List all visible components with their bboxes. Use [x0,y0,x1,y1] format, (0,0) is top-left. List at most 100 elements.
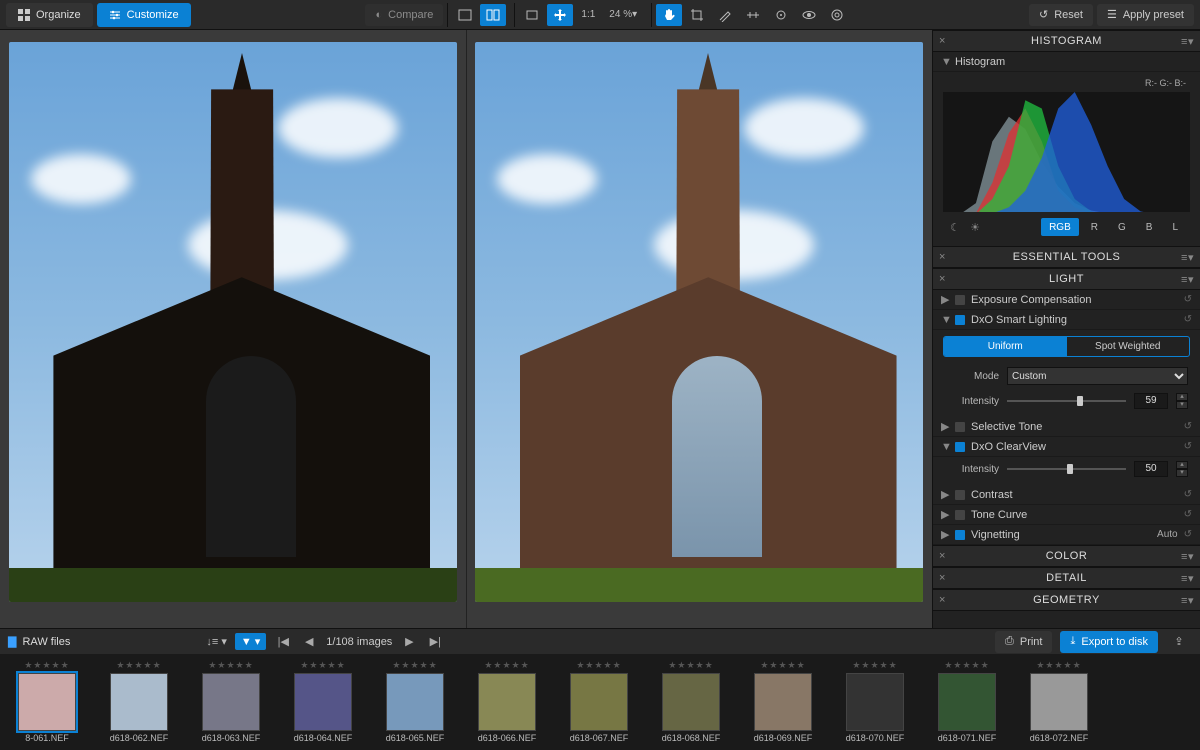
close-icon[interactable]: × [939,35,946,47]
histogram-header[interactable]: × HISTOGRAM ≡▾ [933,30,1200,52]
section-menu-icon[interactable]: ≡▾ [1181,35,1194,48]
detail-header[interactable]: ×DETAIL≡▾ [933,567,1200,589]
selective-tone-row[interactable]: ▶Selective Tone↺ [933,417,1200,437]
zoom-readout[interactable]: 24 % ▾ [603,4,643,26]
thumbnail-image[interactable] [110,673,168,731]
single-view-button[interactable] [452,4,478,26]
filmstrip[interactable]: ★★★★★8-061.NEF★★★★★d618-062.NEF★★★★★d618… [0,654,1200,750]
toggle[interactable] [955,315,965,325]
thumbnail-image[interactable] [570,673,628,731]
repair-tool-button[interactable] [768,4,794,26]
thumbnail[interactable]: ★★★★★d618-067.NEF [556,660,642,743]
thumbnail[interactable]: ★★★★★d618-064.NEF [280,660,366,743]
reset-icon[interactable]: ↺ [1184,294,1192,305]
one-to-one-button[interactable]: 1:1 [575,4,601,26]
thumbnail-image[interactable] [754,673,812,731]
thumbnail-image[interactable] [1030,673,1088,731]
nav-first-button[interactable]: |◀ [274,635,292,648]
smart-intensity-value[interactable]: 59 [1134,393,1168,409]
split-view-button[interactable] [480,4,506,26]
rating-stars[interactable]: ★★★★★ [760,660,805,671]
thumbnail[interactable]: ★★★★★d618-071.NEF [924,660,1010,743]
chevron-down-icon[interactable]: ▼ [941,56,949,68]
smart-lighting-row[interactable]: ▼DxO Smart Lighting↺ [933,310,1200,330]
rating-stars[interactable]: ★★★★★ [300,660,345,671]
print-button[interactable]: ⎙Print [995,631,1052,653]
thumbnail-image[interactable] [478,673,536,731]
contrast-row[interactable]: ▶Contrast↺ [933,485,1200,505]
pan-button[interactable] [547,4,573,26]
toggle[interactable] [955,422,965,432]
right-pane[interactable]: Correction Preview [466,30,933,628]
hand-tool-button[interactable] [656,4,682,26]
nav-last-button[interactable]: ▶| [426,635,444,648]
step-up[interactable]: ▴ [1176,393,1188,401]
mode-select[interactable]: Custom [1007,367,1188,385]
clearview-row[interactable]: ▼DxO ClearView↺ [933,437,1200,457]
thumbnail-image[interactable] [18,673,76,731]
channel-l[interactable]: L [1164,218,1186,236]
white-balance-picker-button[interactable] [712,4,738,26]
nav-next-button[interactable]: ▶ [400,635,418,648]
thumbnail-image[interactable] [846,673,904,731]
rating-stars[interactable]: ★★★★★ [116,660,161,671]
image-viewer[interactable]: As shot (with crop) Correction Preview [0,30,932,628]
thumbnail[interactable]: ★★★★★d618-062.NEF [96,660,182,743]
uniform-tab[interactable]: Uniform [944,337,1067,356]
toggle[interactable] [955,490,965,500]
close-icon[interactable]: × [939,251,946,263]
filter-button[interactable]: ▼▾ [235,633,266,650]
reset-button[interactable]: ↺ Reset [1029,4,1093,26]
rating-stars[interactable]: ★★★★★ [576,660,621,671]
step-down[interactable]: ▾ [1176,401,1188,409]
fit-button[interactable] [519,4,545,26]
smart-intensity-slider[interactable] [1007,394,1126,408]
thumbnail-image[interactable] [662,673,720,731]
folder-chip[interactable]: ▇ RAW files [8,635,70,648]
thumbnail-image[interactable] [202,673,260,731]
tone-curve-row[interactable]: ▶Tone Curve↺ [933,505,1200,525]
light-header[interactable]: ×LIGHT≡▾ [933,268,1200,290]
organize-tab[interactable]: Organize [6,3,93,27]
thumbnail[interactable]: ★★★★★d618-066.NEF [464,660,550,743]
rating-stars[interactable]: ★★★★★ [852,660,897,671]
close-icon[interactable]: × [939,273,946,285]
thumbnail[interactable]: ★★★★★d618-072.NEF [1016,660,1102,743]
nav-prev-button[interactable]: ◀ [300,635,318,648]
apply-preset-button[interactable]: ☰ Apply preset [1097,4,1194,26]
histogram-sub[interactable]: ▼ Histogram [933,52,1200,72]
thumbnail[interactable]: ★★★★★d618-065.NEF [372,660,458,743]
rating-stars[interactable]: ★★★★★ [208,660,253,671]
thumbnail-image[interactable] [294,673,352,731]
compare-button[interactable]: ◐ Compare [365,4,443,26]
channel-r[interactable]: R [1083,218,1106,236]
thumbnail[interactable]: ★★★★★d618-070.NEF [832,660,918,743]
channel-b[interactable]: B [1138,218,1161,236]
rating-stars[interactable]: ★★★★★ [392,660,437,671]
rating-stars[interactable]: ★★★★★ [668,660,713,671]
exposure-comp-row[interactable]: ▶Exposure Compensation↺ [933,290,1200,310]
vignetting-row[interactable]: ▶VignettingAuto↺ [933,525,1200,545]
shadow-clip-icon[interactable]: ☾ [947,221,963,234]
channel-g[interactable]: G [1110,218,1134,236]
thumbnail[interactable]: ★★★★★d618-068.NEF [648,660,734,743]
sort-button[interactable]: ↓≡ ▾ [206,635,227,648]
toggle[interactable] [955,442,965,452]
rating-stars[interactable]: ★★★★★ [1036,660,1081,671]
thumbnail[interactable]: ★★★★★d618-063.NEF [188,660,274,743]
horizon-tool-button[interactable] [740,4,766,26]
clearview-intensity-value[interactable]: 50 [1134,461,1168,477]
thumbnail[interactable]: ★★★★★d618-069.NEF [740,660,826,743]
toggle[interactable] [955,295,965,305]
share-button[interactable]: ⇪ [1166,631,1192,653]
customize-tab[interactable]: Customize [97,3,191,27]
thumbnail-image[interactable] [938,673,996,731]
spot-weighted-tab[interactable]: Spot Weighted [1067,337,1190,356]
clearview-intensity-slider[interactable] [1007,462,1126,476]
color-header[interactable]: ×COLOR≡▾ [933,545,1200,567]
rating-stars[interactable]: ★★★★★ [24,660,69,671]
section-menu-icon[interactable]: ≡▾ [1181,251,1194,264]
thumbnail[interactable]: ★★★★★8-061.NEF [4,660,90,743]
thumbnail-image[interactable] [386,673,444,731]
left-pane[interactable]: As shot (with crop) [0,30,466,628]
